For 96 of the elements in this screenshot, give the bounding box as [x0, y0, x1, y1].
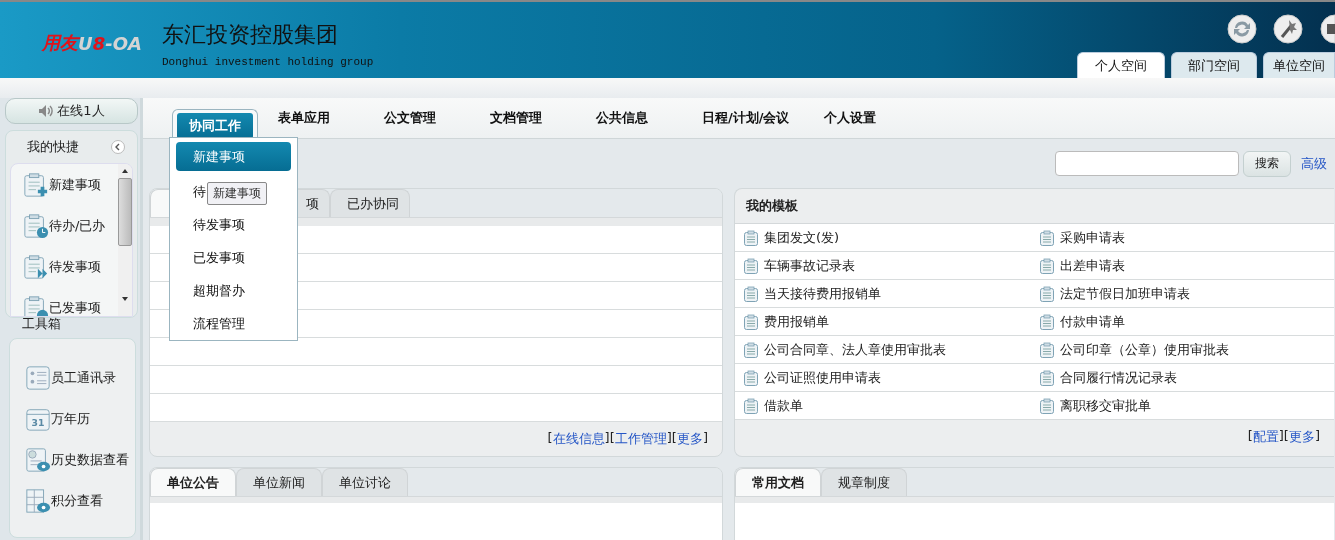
clipboard-icon: [743, 341, 759, 358]
template-item[interactable]: 付款申请单: [1031, 308, 1334, 336]
template-item[interactable]: 出差申请表: [1031, 252, 1334, 280]
clipboard-icon: [1039, 313, 1055, 330]
template-item[interactable]: 集团发文(发): [735, 224, 1031, 252]
menu-item[interactable]: 待: [193, 175, 206, 208]
toolbox-item[interactable]: 31 万年历: [25, 398, 135, 439]
bracket: [: [671, 430, 677, 447]
tooltip: 新建事项: [207, 182, 267, 205]
bracket: ]: [702, 430, 708, 447]
clipboard-icon: [23, 253, 49, 280]
scrollbar[interactable]: [118, 164, 132, 316]
logo-product: U8-OA: [78, 32, 142, 54]
toolbox-item[interactable]: 历史数据查看: [25, 439, 135, 480]
template-item[interactable]: 费用报销单: [735, 308, 1031, 336]
menu-item[interactable]: 超期督办: [193, 274, 245, 307]
speaker-icon: [38, 104, 55, 118]
template-item[interactable]: 公司证照使用申请表: [735, 364, 1031, 392]
wand-icon[interactable]: [1273, 14, 1303, 44]
clipboard-icon: [1039, 257, 1055, 274]
menu-item[interactable]: 新建事项: [176, 142, 291, 171]
nav-tab[interactable]: 日程/计划/会议: [702, 106, 790, 130]
toolbox-item[interactable]: 积分查看: [25, 480, 135, 521]
clipboard-icon: [1039, 285, 1055, 302]
clipboard-icon: [1039, 341, 1055, 358]
shortcut-item[interactable]: 新建事项: [23, 164, 118, 205]
template-item[interactable]: 当天接待费用报销单: [735, 280, 1031, 308]
shortcut-item[interactable]: 待办/已办: [23, 205, 118, 246]
footer-link[interactable]: 配置: [1252, 428, 1279, 446]
space-tab[interactable]: 部门空间: [1171, 52, 1257, 78]
clipboard-icon: [743, 257, 759, 274]
advanced-search-link[interactable]: 高级: [1301, 154, 1327, 173]
clipboard-icon: [23, 171, 49, 198]
nav-tab[interactable]: 个人设置: [824, 106, 876, 130]
document-eye-icon: [25, 487, 51, 514]
template-item[interactable]: 借款单: [735, 392, 1031, 420]
settings-icon[interactable]: [1319, 14, 1335, 44]
template-item[interactable]: 离职移交审批单: [1031, 392, 1334, 420]
template-item[interactable]: 公司印章（公章）使用审批表: [1031, 336, 1334, 364]
space-tab[interactable]: 单位空间: [1263, 52, 1335, 78]
toolbox-item[interactable]: 员工通讯录: [25, 357, 135, 398]
nav-tab[interactable]: 公文管理: [384, 106, 436, 130]
template-item[interactable]: 采购申请表: [1031, 224, 1334, 252]
panel-title: 我的快捷: [27, 138, 79, 156]
panel-title: 我的模板: [746, 197, 798, 215]
space-tab[interactable]: 个人空间: [1077, 52, 1165, 78]
nav-tab[interactable]: 文档管理: [490, 106, 542, 130]
nav-tab[interactable]: 公共信息: [596, 106, 648, 130]
clipboard-icon: [1039, 397, 1055, 414]
bracket: [: [609, 430, 615, 447]
company-subtitle: Donghui investment holding group: [162, 56, 374, 68]
menu-item[interactable]: 流程管理: [193, 307, 245, 340]
menu-item[interactable]: 已发事项: [193, 241, 245, 274]
search-field[interactable]: [1055, 151, 1239, 176]
panel-tab[interactable]: 单位讨论: [322, 468, 408, 496]
clipboard-icon: [743, 369, 759, 386]
bracket: [: [547, 430, 553, 447]
bracket: ]: [604, 430, 610, 447]
online-users-button[interactable]: 在线1人: [5, 98, 138, 124]
contact-list-icon: [25, 364, 51, 391]
shortcut-item[interactable]: 待发事项: [23, 246, 118, 287]
clipboard-icon: [743, 229, 759, 246]
footer-link[interactable]: 工作管理: [614, 430, 667, 448]
nav-tab[interactable]: 表单应用: [278, 106, 330, 130]
bracket: [: [1247, 428, 1253, 445]
panel-tab[interactable]: 单位公告: [150, 468, 236, 496]
search-button[interactable]: 搜索: [1243, 150, 1291, 177]
panel-tab[interactable]: 规章制度: [821, 468, 907, 496]
collapse-icon[interactable]: [111, 140, 125, 154]
clipboard-icon: [743, 313, 759, 330]
clipboard-icon: [743, 285, 759, 302]
bracket: ]: [666, 430, 672, 447]
footer-link[interactable]: 在线信息: [552, 430, 605, 448]
bracket: ]: [1314, 428, 1320, 445]
template-item[interactable]: 车辆事故记录表: [735, 252, 1031, 280]
clipboard-icon: [23, 212, 49, 239]
template-item[interactable]: 合同履行情况记录表: [1031, 364, 1334, 392]
clipboard-icon: [1039, 369, 1055, 386]
bracket: [: [1283, 428, 1289, 445]
company-name: 东汇投资控股集团: [162, 21, 339, 49]
shortcut-item[interactable]: 已发事项: [23, 287, 118, 316]
panel-tab[interactable]: 已办协同: [330, 189, 410, 217]
menu-item[interactable]: 待发事项: [193, 208, 245, 241]
refresh-icon[interactable]: [1227, 14, 1257, 44]
template-item[interactable]: 公司合同章、法人章使用审批表: [735, 336, 1031, 364]
footer-link[interactable]: 更多: [1288, 428, 1315, 446]
bracket: ]: [1278, 428, 1284, 445]
document-eye-icon: [25, 446, 51, 473]
footer-link[interactable]: 更多: [676, 430, 703, 448]
panel-tab[interactable]: 单位新闻: [236, 468, 322, 496]
nav-tab[interactable]: 协同工作: [177, 113, 253, 139]
clipboard-icon: [743, 397, 759, 414]
panel-title: 工具箱: [21, 316, 62, 333]
clipboard-icon: [1039, 229, 1055, 246]
template-item[interactable]: 法定节假日加班申请表: [1031, 280, 1334, 308]
panel-tab[interactable]: 常用文档: [735, 468, 821, 496]
